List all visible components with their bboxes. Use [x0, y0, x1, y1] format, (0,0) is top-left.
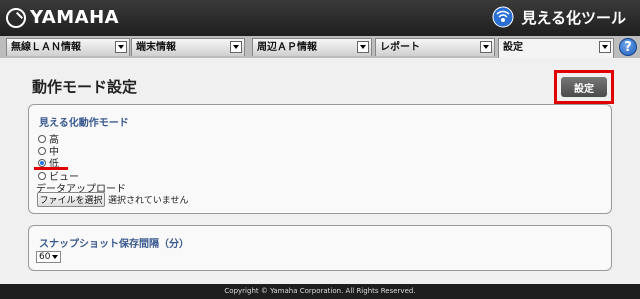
file-status-text: 選択されていません [108, 196, 189, 206]
chevron-down-icon[interactable] [115, 41, 127, 53]
yamaha-logo: YAMAHA [6, 7, 119, 28]
help-icon[interactable]: ? [619, 38, 637, 56]
wireless-globe-icon [492, 6, 514, 28]
tab-bar: 無線ＬＡＮ情報 端末情報 周辺ＡＰ情報 レポート 設定 [0, 36, 640, 59]
tab-report[interactable]: レポート [375, 38, 495, 56]
tab-settings[interactable]: 設定 [498, 38, 614, 58]
app-name: 見える化ツール [521, 8, 626, 27]
tab-label: 端末情報 [136, 42, 176, 53]
chevron-down-icon [52, 255, 58, 259]
choose-file-button[interactable]: ファイルを選択 [37, 192, 105, 207]
mode-panel-title: 見える化動作モード [39, 118, 129, 129]
app-brand: 見える化ツール [491, 5, 626, 29]
radio-button[interactable] [38, 146, 46, 155]
snapshot-panel-title: スナップショット保存間隔（分） [39, 239, 189, 250]
tab-wireless-lan-info[interactable]: 無線ＬＡＮ情報 [6, 38, 130, 56]
tab-label: 設定 [503, 42, 523, 53]
footer: Copyright © Yamaha Corporation. All Righ… [0, 284, 640, 299]
settings-button[interactable]: 設定 [561, 77, 607, 97]
settings-button-highlight: 設定 [554, 70, 614, 104]
copyright-text: Copyright © Yamaha Corporation. All Righ… [224, 287, 416, 295]
select-value: 60 [39, 252, 51, 262]
logo-text: YAMAHA [30, 7, 120, 28]
radio-button-checked[interactable] [38, 158, 46, 167]
tab-terminal-info[interactable]: 端末情報 [131, 38, 245, 56]
chevron-down-icon[interactable] [230, 41, 242, 53]
app-header: YAMAHA 見える化ツール [0, 0, 640, 36]
radio-button[interactable] [38, 134, 46, 143]
chevron-down-icon[interactable] [357, 41, 369, 53]
radio-button[interactable] [38, 171, 46, 180]
yamaha-emblem-icon [6, 7, 26, 28]
snapshot-interval-select[interactable]: 60 [36, 251, 61, 263]
chevron-down-icon[interactable] [480, 41, 492, 53]
tab-nearby-ap-info[interactable]: 周辺ＡＰ情報 [252, 38, 372, 56]
tab-label: 周辺ＡＰ情報 [257, 42, 317, 53]
tab-label: レポート [380, 42, 420, 53]
page-title: 動作モード設定 [32, 78, 138, 96]
chevron-down-icon[interactable] [599, 41, 611, 53]
tab-label: 無線ＬＡＮ情報 [11, 42, 81, 53]
